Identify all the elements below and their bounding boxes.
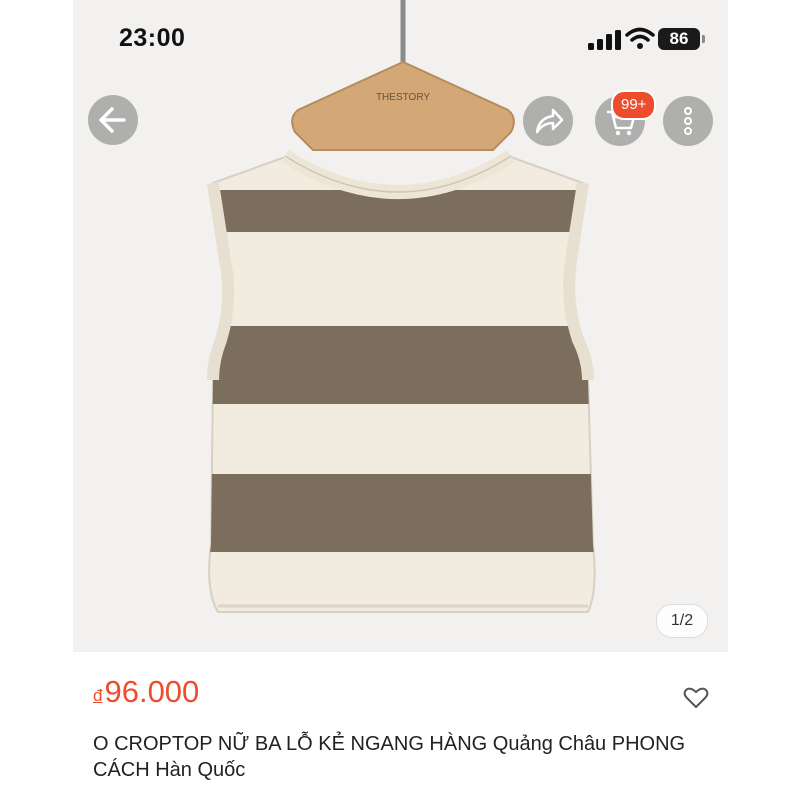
share-icon (535, 108, 564, 134)
vertical-dots-icon (684, 107, 692, 135)
share-button[interactable] (523, 96, 573, 146)
currency-symbol: đ (93, 686, 103, 705)
product-gallery[interactable]: THESTORY 23:00 86 99+ 1/2 (73, 0, 728, 652)
product-page: THESTORY 23:00 86 99+ 1/2 đ96.000 O CROP… (73, 0, 728, 800)
cart-count-badge: 99+ (611, 90, 657, 120)
status-time: 23:00 (119, 24, 186, 52)
status-bar: 23:00 86 (73, 0, 728, 70)
hanger-brand: THESTORY (376, 92, 430, 103)
price-line: đ96.000 (93, 674, 199, 710)
more-options-button[interactable] (663, 96, 713, 146)
cellular-signal-icon (588, 30, 621, 50)
product-info: đ96.000 O CROPTOP NỮ BA LỖ KẺ NGANG HÀNG… (73, 652, 728, 800)
back-button[interactable] (88, 95, 138, 145)
arrow-left-icon (99, 107, 126, 133)
product-price: 96.000 (104, 674, 200, 709)
battery-tip (702, 35, 705, 43)
wifi-icon (625, 27, 655, 49)
image-pager: 1/2 (656, 604, 708, 638)
product-title: O CROPTOP NỮ BA LỖ KẺ NGANG HÀNG Quảng C… (93, 733, 686, 781)
favorite-heart-icon[interactable] (683, 686, 709, 710)
battery-indicator: 86 (658, 28, 700, 50)
